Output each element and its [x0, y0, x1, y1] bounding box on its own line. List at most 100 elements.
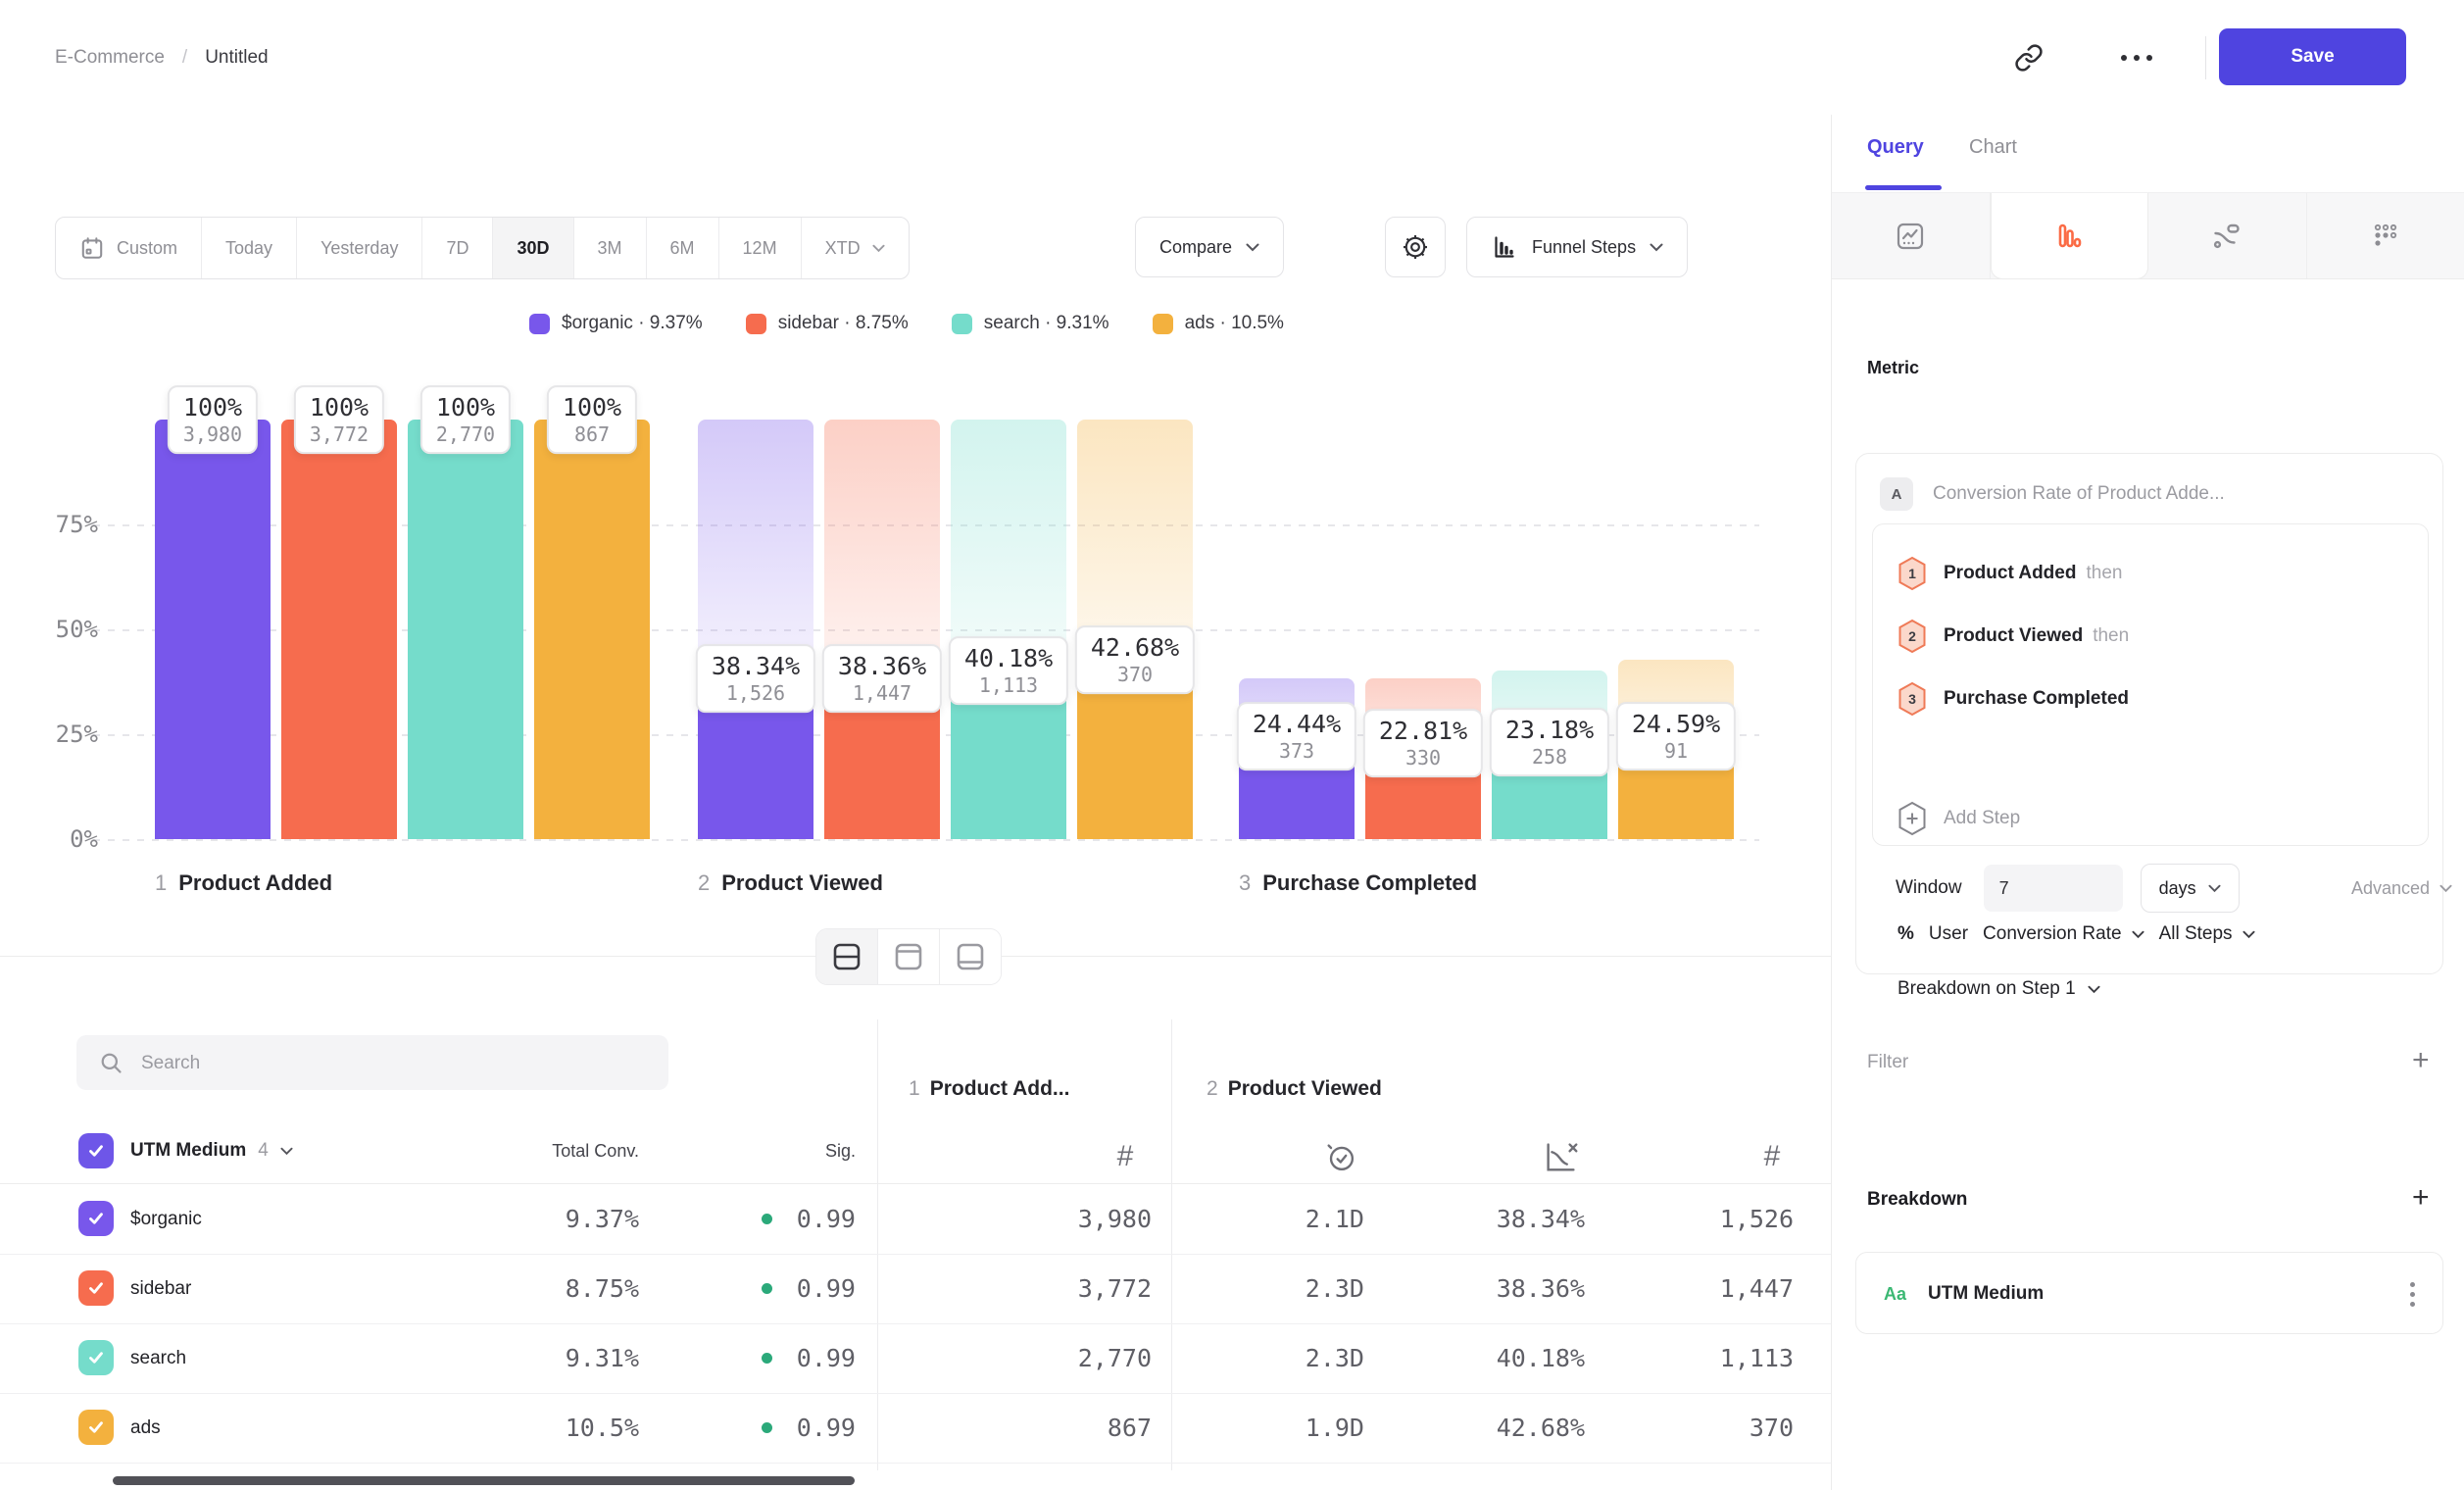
step-number-hexagon: 3 — [1897, 681, 1928, 717]
step-axis-label-1: 1Product Added — [155, 870, 332, 896]
query-step-1[interactable]: 1 Product Added then — [1873, 542, 2430, 605]
funnel-bars-icon — [2052, 220, 2086, 253]
step1-count-value: 3,772 — [956, 1254, 1152, 1323]
bar-value-label: 23.18%258 — [1490, 708, 1609, 776]
layout-split-button[interactable] — [816, 929, 878, 984]
step2-count-value: 1,447 — [1598, 1254, 1794, 1323]
funnel-bar-step1-search[interactable] — [408, 420, 523, 839]
step-event-name: Product Viewed — [1944, 625, 2083, 647]
step-axis-label-3: 3Purchase Completed — [1239, 870, 1477, 896]
funnel-bar-step1-sidebar[interactable] — [281, 420, 397, 839]
breakdown-item-card[interactable]: Aa UTM Medium — [1855, 1252, 2443, 1334]
query-step-2[interactable]: 2 Product Viewed then — [1873, 605, 2430, 668]
row-checkbox[interactable] — [78, 1270, 114, 1306]
measure-entity[interactable]: User — [1929, 923, 1968, 945]
step-connector: then — [2086, 563, 2122, 584]
ellipsis-icon — [2121, 55, 2152, 61]
step2-number: 2 — [1207, 1077, 1218, 1100]
step2-time-value: 2.3D — [1168, 1254, 1364, 1323]
gridline-0pct — [93, 839, 1759, 841]
layout-top-bar-icon — [893, 942, 924, 971]
y-axis-tick: 75% — [39, 511, 98, 538]
filter-section-label: Filter — [1867, 1052, 1908, 1073]
group-column-header[interactable]: UTM Medium 4 — [130, 1133, 293, 1168]
funnel-bar-step1-organic[interactable] — [155, 420, 271, 839]
tab-funnels-report[interactable] — [1991, 193, 2149, 279]
breadcrumb-project[interactable]: E-Commerce — [55, 47, 165, 69]
layout-table-only-button[interactable] — [940, 929, 1001, 984]
table-row-sidebar: sidebar 8.75% 0.99 3,772 2.3D 38.36% 1,4… — [0, 1254, 1831, 1324]
total-conv-value: 8.75% — [443, 1254, 639, 1323]
funnel-bar-step1-ads[interactable] — [534, 420, 650, 839]
query-step-3[interactable]: 3 Purchase Completed — [1873, 668, 2430, 730]
funnel-report-app: E-Commerce / Untitled Save CustomTodayYe… — [0, 0, 2464, 1490]
row-label: ads — [130, 1393, 161, 1463]
measure-scope-dropdown[interactable]: All Steps — [2159, 923, 2255, 945]
sig-header[interactable]: Sig. — [660, 1141, 856, 1162]
copy-link-button[interactable] — [2002, 31, 2055, 84]
step1-count-value: 2,770 — [956, 1323, 1152, 1393]
funnel-steps-card: 1 Product Added then 2 Product Viewed th… — [1872, 523, 2429, 846]
bar-value-label: 100%3,980 — [168, 385, 258, 454]
count-column-icon[interactable]: # — [1764, 1140, 1781, 1173]
step2-count-value: 1,526 — [1598, 1184, 1794, 1254]
conversion-rate-column-icon[interactable] — [1541, 1137, 1582, 1176]
measure-type-dropdown[interactable]: Conversion Rate — [1983, 923, 2144, 945]
tab-chart[interactable]: Chart — [1969, 136, 2017, 159]
save-button[interactable]: Save — [2219, 28, 2406, 85]
more-options-button[interactable] — [2110, 31, 2163, 84]
table-row-organic: $organic 9.37% 0.99 3,980 2.1D 38.34% 1,… — [0, 1184, 1831, 1255]
count-column-icon[interactable]: # — [1117, 1140, 1134, 1173]
kebab-menu-icon[interactable] — [2410, 1282, 2415, 1307]
search-input[interactable] — [139, 1035, 653, 1092]
metric-title-row[interactable]: A Conversion Rate of Product Adde... — [1856, 477, 2444, 511]
add-breakdown-button[interactable]: + — [2412, 1183, 2430, 1213]
step2-time-value: 2.1D — [1168, 1184, 1364, 1254]
report-title[interactable]: Untitled — [205, 47, 268, 69]
select-all-checkbox[interactable] — [78, 1133, 114, 1168]
row-checkbox[interactable] — [78, 1410, 114, 1445]
time-to-convert-column-icon[interactable] — [1322, 1138, 1359, 1175]
layout-chart-only-button[interactable] — [878, 929, 940, 984]
table-step1-header: 1Product Add... — [909, 1077, 1069, 1101]
metric-section-label: Metric — [1867, 358, 1919, 378]
flow-icon — [2210, 220, 2243, 253]
layout-toggle-group — [815, 928, 1002, 985]
dot-grid-icon — [2369, 220, 2402, 253]
step-axis-label-2: 2Product Viewed — [698, 870, 883, 896]
top-bar: E-Commerce / Untitled Save — [0, 0, 2464, 116]
row-checkbox[interactable] — [78, 1340, 114, 1375]
row-checkbox[interactable] — [78, 1201, 114, 1236]
tab-query[interactable]: Query — [1867, 136, 1924, 159]
metric-title: Conversion Rate of Product Adde... — [1933, 483, 2225, 505]
breakdown-on-dropdown[interactable]: Breakdown on Step 1 — [1897, 971, 2100, 1007]
chevron-down-icon — [280, 1147, 293, 1156]
step2-count-value: 1,113 — [1598, 1323, 1794, 1393]
step2-rate-value: 38.36% — [1389, 1254, 1585, 1323]
window-unit-select[interactable]: days — [2141, 864, 2240, 913]
check-icon — [86, 1141, 106, 1161]
tab-retention-report[interactable] — [2307, 193, 2464, 278]
breadcrumb-separator: / — [182, 47, 187, 69]
row-label: search — [130, 1323, 186, 1393]
bar-value-label: 40.18%1,113 — [949, 636, 1068, 705]
advanced-toggle[interactable]: Advanced — [2351, 878, 2452, 899]
measure-scope-label: All Steps — [2159, 923, 2233, 945]
step-number-hexagon: 1 — [1897, 556, 1928, 591]
bar-value-label: 100%2,770 — [420, 385, 511, 454]
tab-insights-report[interactable] — [1832, 193, 1991, 278]
step-event-name: Product Added — [1944, 563, 2076, 584]
total-conv-value: 9.37% — [443, 1184, 639, 1254]
breakdown-property-label: UTM Medium — [1928, 1283, 2044, 1305]
step2-rate-value: 40.18% — [1389, 1323, 1585, 1393]
step2-time-value: 1.9D — [1168, 1393, 1364, 1463]
measurement-row: % User Conversion Rate All Steps — [1897, 917, 2255, 952]
tab-flows-report[interactable] — [2148, 193, 2307, 278]
window-value-input[interactable] — [1984, 865, 2123, 912]
table-horizontal-scrollbar[interactable] — [113, 1476, 855, 1485]
breadcrumb: E-Commerce / Untitled — [55, 0, 269, 115]
bar-value-label: 24.44%373 — [1237, 703, 1356, 771]
total-conv-header[interactable]: Total Conv. — [443, 1141, 639, 1162]
add-filter-button[interactable]: + — [2412, 1046, 2430, 1075]
step1-count-value: 867 — [956, 1393, 1152, 1463]
